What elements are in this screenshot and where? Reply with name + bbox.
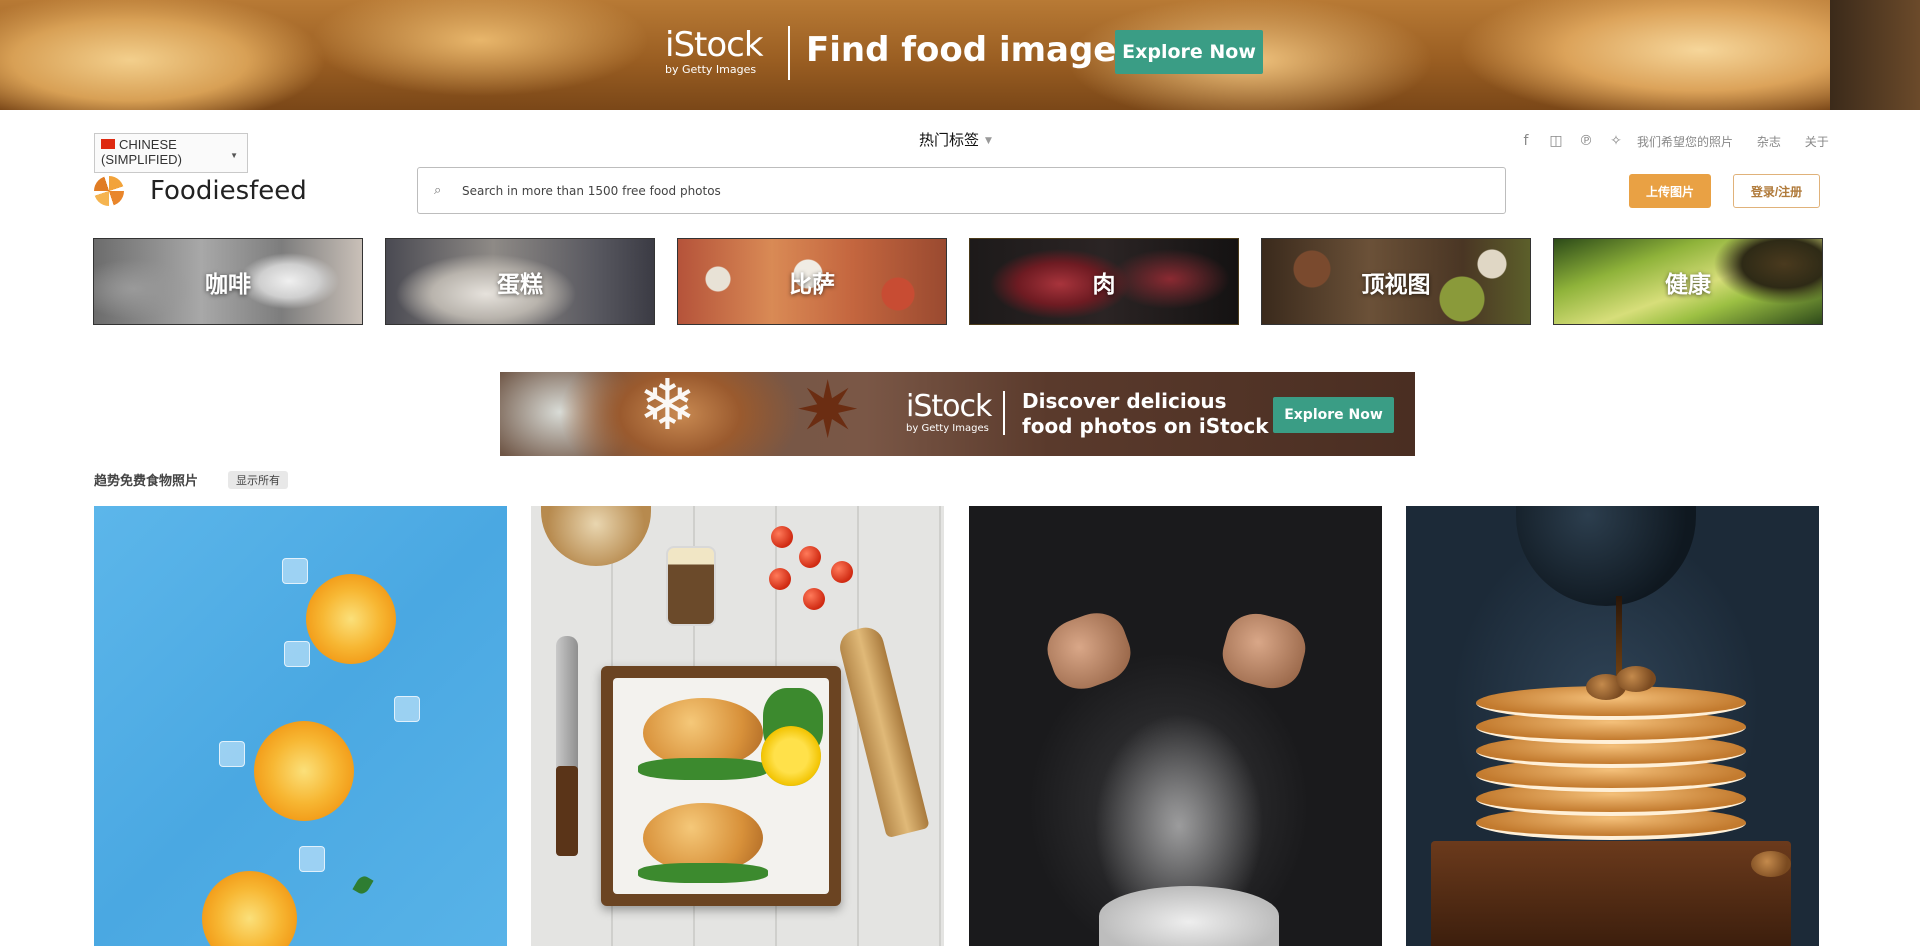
drink-glass (666, 546, 716, 626)
burger-tray (601, 666, 841, 906)
category-tile-pizza[interactable]: 比萨 (677, 238, 947, 325)
knife-handle (556, 766, 578, 856)
banner-headline: Discover delicious food photos on iStock (1022, 389, 1269, 439)
facebook-icon[interactable]: f (1517, 132, 1535, 150)
syrup-jug (1516, 506, 1696, 606)
ice-cube (394, 696, 420, 722)
garlic-bowl (541, 506, 651, 566)
walnut (1616, 666, 1656, 692)
banner-headline: Find food images (806, 30, 1137, 70)
istock-wordmark: iStock (665, 25, 764, 65)
instagram-icon[interactable]: ◫ (1547, 132, 1565, 150)
cherry-tomato (799, 546, 821, 568)
mint-leaf (352, 873, 374, 897)
lettuce (638, 863, 768, 883)
istock-byline: by Getty Images (906, 423, 989, 434)
photo-burger-board[interactable] (531, 506, 944, 946)
foodiesfeed-logo-icon[interactable] (94, 176, 124, 206)
category-tile-cake[interactable]: 蛋糕 (385, 238, 655, 325)
pepper-mill (836, 623, 930, 839)
orange-slice (202, 871, 297, 946)
search-bar[interactable]: ⌕ (417, 167, 1506, 214)
category-label: 健康 (1665, 271, 1711, 298)
cherry-tomato (771, 526, 793, 548)
flour-pile (1099, 886, 1279, 946)
istock-logo: iStock by Getty Images (665, 25, 764, 76)
photo-oranges-on-blue[interactable] (94, 506, 507, 946)
top-ad-banner[interactable]: iStock by Getty Images Find food images … (0, 0, 1920, 110)
site-brand[interactable]: Foodiesfeed (150, 174, 307, 208)
cherry-tomato (803, 588, 825, 610)
banner-divider (788, 26, 790, 80)
nav-link-submit-photos[interactable]: 我们希望您的照片 (1637, 135, 1733, 149)
istock-byline: by Getty Images (665, 63, 757, 76)
photo-flour-hands[interactable] (969, 506, 1382, 946)
category-label: 蛋糕 (497, 271, 543, 298)
orange-slice (306, 574, 396, 664)
headline-line-2: food photos on iStock (1022, 414, 1269, 438)
twitter-icon[interactable]: ✧ (1607, 132, 1625, 150)
category-label: 咖啡 (205, 271, 251, 298)
explore-now-button[interactable]: Explore Now (1115, 30, 1263, 74)
nav-link-magazine[interactable]: 杂志 (1757, 135, 1781, 149)
category-tile-top-view[interactable]: 顶视图 (1261, 238, 1531, 325)
social-links: f ◫ ℗ ✧ (1517, 132, 1637, 150)
orange-slice (254, 721, 354, 821)
category-label: 肉 (1092, 271, 1116, 298)
pinterest-icon[interactable]: ℗ (1577, 132, 1595, 150)
cherry-tomato (831, 561, 853, 583)
explore-now-button[interactable]: Explore Now (1273, 397, 1394, 433)
chevron-down-icon: ▼ (230, 151, 238, 160)
section-title: 趋势免费食物照片 (94, 474, 199, 489)
china-flag-icon (101, 139, 115, 149)
category-tile-healthy[interactable]: 健康 (1553, 238, 1823, 325)
ice-cube (284, 641, 310, 667)
corn-bowl (761, 726, 821, 786)
mid-ad-banner[interactable]: ❄ ✷ iStock by Getty Images Discover deli… (500, 372, 1415, 456)
hot-tags-dropdown[interactable]: 热门标签 ▼ (919, 129, 992, 150)
cherry-tomato (769, 568, 791, 590)
lettuce (638, 758, 768, 780)
ice-cube (219, 741, 245, 767)
walnut (1751, 851, 1791, 877)
headline-line-1: Discover delicious (1022, 389, 1227, 413)
istock-wordmark: iStock (906, 389, 992, 424)
top-nav-links: 我们希望您的照片 杂志 关于 (1637, 133, 1849, 150)
search-icon: ⌕ (434, 182, 442, 197)
language-select[interactable]: CHINESE (SIMPLIFIED) ▼ (94, 133, 248, 173)
chevron-down-icon: ▼ (985, 136, 992, 146)
snowflake-cookie-icon: ❄ (638, 372, 697, 446)
show-all-button[interactable]: 显示所有 (228, 471, 288, 489)
star-anise-icon: ✷ (795, 372, 861, 456)
photo-pancake-stack[interactable] (1406, 506, 1819, 946)
hot-tags-label: 热门标签 (919, 131, 980, 149)
login-register-button[interactable]: 登录/注册 (1733, 174, 1820, 208)
banner-edge (1830, 0, 1920, 110)
banner-divider (1003, 391, 1005, 435)
parchment-paper (613, 678, 829, 894)
istock-logo: iStock by Getty Images (906, 389, 992, 434)
wooden-board (1431, 841, 1791, 946)
category-tile-meat[interactable]: 肉 (969, 238, 1239, 325)
category-label: 比萨 (789, 271, 835, 298)
ice-cube (282, 558, 308, 584)
nav-link-about[interactable]: 关于 (1805, 135, 1829, 149)
category-tile-coffee[interactable]: 咖啡 (93, 238, 363, 325)
search-input[interactable] (460, 168, 1490, 213)
ice-cube (299, 846, 325, 872)
category-label: 顶视图 (1361, 271, 1431, 298)
upload-photo-button[interactable]: 上传图片 (1629, 174, 1711, 208)
